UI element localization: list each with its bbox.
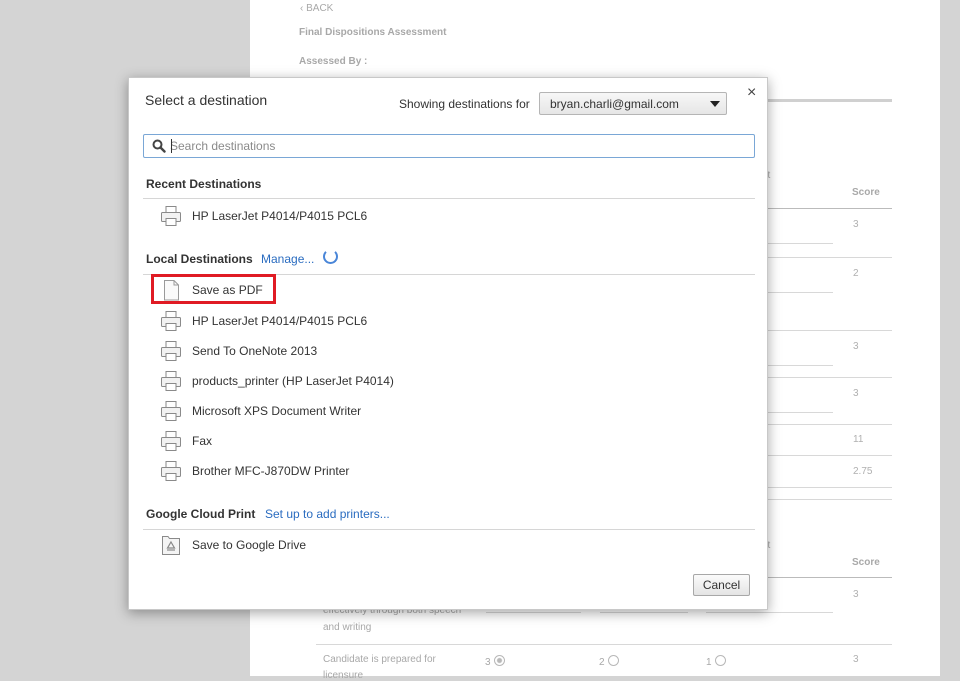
radio-option[interactable]: 1 bbox=[706, 655, 726, 668]
assessed-by-label: Assessed By : bbox=[299, 56, 368, 67]
close-button[interactable]: × bbox=[747, 84, 756, 102]
radio-button[interactable] bbox=[714, 655, 726, 666]
printer-icon bbox=[161, 341, 181, 361]
destination-label: Microsoft XPS Document Writer bbox=[192, 404, 362, 418]
destination-label: Brother MFC-J870DW Printer bbox=[192, 464, 350, 478]
dialog-title: Select a destination bbox=[145, 92, 268, 108]
destination-item-onenote[interactable]: Send To OneNote 2013 bbox=[159, 339, 719, 363]
section-divider bbox=[143, 198, 755, 199]
input-underline bbox=[706, 612, 833, 613]
destination-dialog: Select a destination Showing destination… bbox=[128, 77, 768, 610]
destination-label: Save to Google Drive bbox=[192, 538, 307, 552]
destination-item-google-drive[interactable]: Save to Google Drive bbox=[159, 533, 719, 557]
score-header: Score bbox=[852, 557, 880, 568]
printer-icon bbox=[161, 461, 181, 481]
selection-highlight-box bbox=[151, 274, 276, 304]
text-cursor bbox=[171, 139, 172, 153]
input-underline bbox=[768, 292, 833, 293]
destination-label: HP LaserJet P4014/P4015 PCL6 bbox=[192, 209, 368, 223]
loading-spinner-icon bbox=[323, 249, 338, 264]
destination-label: products_printer (HP LaserJet P4014) bbox=[192, 374, 394, 388]
printer-icon bbox=[161, 311, 181, 331]
destination-label: Fax bbox=[192, 434, 213, 448]
row-divider bbox=[768, 330, 892, 331]
progress-divider bbox=[768, 99, 892, 102]
criterion-text: Candidate is prepared for bbox=[323, 654, 436, 665]
input-underline bbox=[768, 365, 833, 366]
row-divider bbox=[768, 455, 892, 456]
search-box[interactable] bbox=[143, 134, 755, 158]
score-cell: 2 bbox=[853, 268, 859, 279]
table-rule bbox=[768, 208, 892, 209]
input-underline bbox=[768, 412, 833, 413]
destination-item-xps-writer[interactable]: Microsoft XPS Document Writer bbox=[159, 399, 719, 423]
destination-label: HP LaserJet P4014/P4015 PCL6 bbox=[192, 314, 368, 328]
score-cell: 3 bbox=[853, 589, 859, 600]
google-cloud-print-heading: Google Cloud Print bbox=[146, 507, 256, 521]
section-divider bbox=[143, 529, 755, 530]
printer-icon bbox=[161, 431, 181, 451]
score-cell: 3 bbox=[853, 388, 859, 399]
destination-item-products-printer[interactable]: products_printer (HP LaserJet P4014) bbox=[159, 369, 719, 393]
back-label: BACK bbox=[306, 3, 334, 14]
radio-option[interactable]: 3 bbox=[485, 655, 505, 668]
manage-link[interactable]: Manage... bbox=[261, 252, 314, 266]
search-icon bbox=[152, 139, 166, 153]
destination-item-hp-laserjet[interactable]: HP LaserJet P4014/P4015 PCL6 bbox=[159, 309, 719, 333]
dropdown-arrow-icon bbox=[710, 101, 720, 107]
row-divider bbox=[768, 487, 892, 488]
row-divider bbox=[768, 377, 892, 378]
criterion-text: and writing bbox=[323, 622, 372, 633]
radio-button[interactable] bbox=[607, 655, 619, 666]
row-divider bbox=[768, 499, 892, 500]
input-underline bbox=[768, 243, 833, 244]
input-underline bbox=[600, 612, 688, 613]
radio-label: 2 bbox=[599, 657, 605, 668]
destination-item-fax[interactable]: Fax bbox=[159, 429, 719, 453]
showing-destinations-label: Showing destinations for bbox=[399, 97, 530, 111]
radio-option[interactable]: 2 bbox=[599, 655, 619, 668]
back-link[interactable]: ‹ BACK bbox=[300, 3, 333, 14]
score-header: Score bbox=[852, 187, 880, 198]
radio-label: 3 bbox=[485, 657, 491, 668]
printer-icon bbox=[161, 371, 181, 391]
recent-destinations-heading: Recent Destinations bbox=[146, 177, 262, 191]
search-input[interactable] bbox=[170, 138, 740, 154]
cancel-button[interactable]: Cancel bbox=[693, 574, 750, 596]
assessment-title: Final Dispositions Assessment bbox=[299, 27, 447, 38]
row-divider bbox=[316, 644, 892, 645]
score-cell: 3 bbox=[853, 219, 859, 230]
row-divider bbox=[768, 424, 892, 425]
radio-label: 1 bbox=[706, 657, 712, 668]
google-drive-icon bbox=[162, 536, 180, 555]
score-total: 11 bbox=[853, 434, 864, 445]
account-select[interactable]: bryan.charli@gmail.com bbox=[539, 92, 727, 115]
printer-icon bbox=[161, 401, 181, 421]
score-average: 2.75 bbox=[853, 466, 873, 477]
page-gutter bbox=[940, 0, 960, 676]
account-value: bryan.charli@gmail.com bbox=[550, 97, 679, 111]
score-cell: 3 bbox=[853, 654, 859, 665]
destination-item-recent-hp-laserjet[interactable]: HP LaserJet P4014/P4015 PCL6 bbox=[159, 204, 719, 228]
destination-item-brother-printer[interactable]: Brother MFC-J870DW Printer bbox=[159, 459, 719, 483]
setup-printers-link[interactable]: Set up to add printers... bbox=[265, 507, 390, 521]
radio-button[interactable] bbox=[493, 655, 505, 666]
score-cell: 3 bbox=[853, 341, 859, 352]
destination-label: Send To OneNote 2013 bbox=[192, 344, 318, 358]
input-underline bbox=[486, 612, 581, 613]
row-divider bbox=[768, 257, 892, 258]
printer-icon bbox=[161, 206, 181, 226]
local-destinations-heading: Local Destinations bbox=[146, 252, 253, 266]
